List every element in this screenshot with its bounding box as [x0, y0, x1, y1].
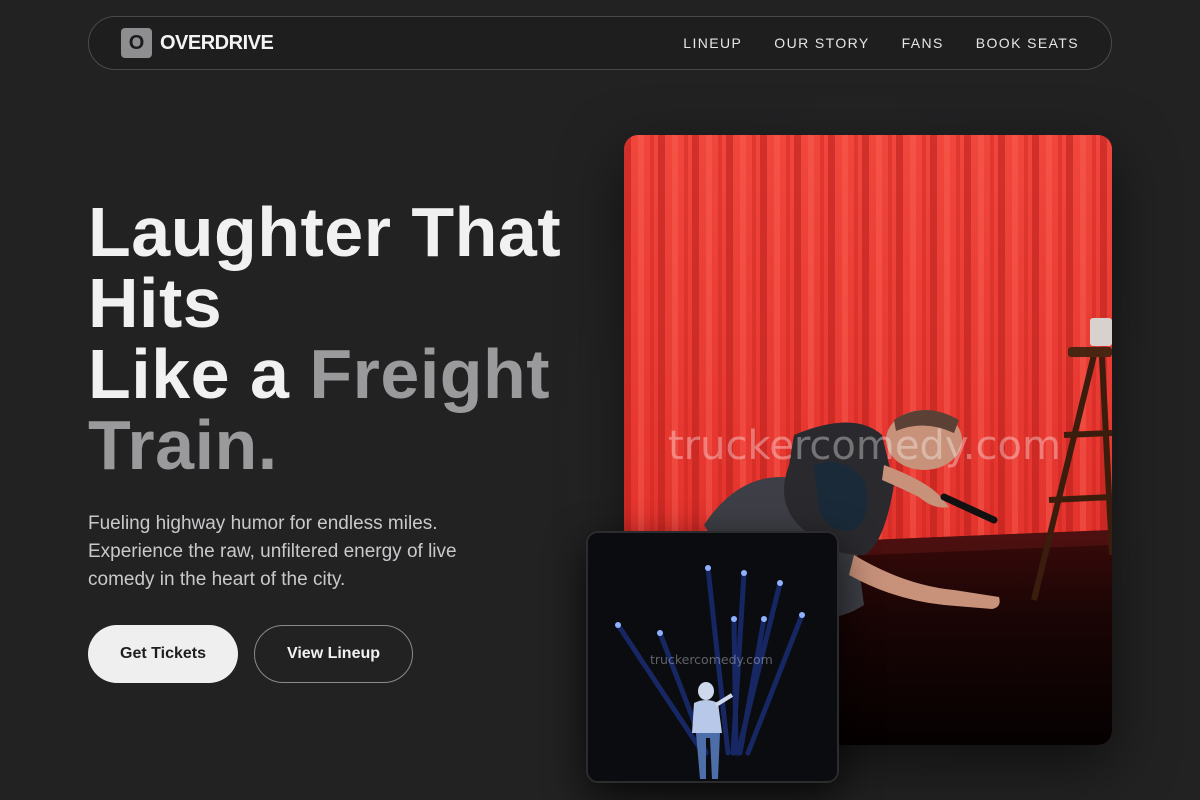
hero-title-accent: Freight [309, 335, 551, 413]
hero-title-line-1: Laughter That [88, 193, 562, 271]
comedian-spotlight-photo: truckercomedy.com [586, 531, 839, 783]
brand-name: OVERDRIVE [160, 31, 274, 54]
hero-title-line-2: Hits [88, 264, 223, 342]
hero-subtitle: Fueling highway humor for endless miles.… [88, 513, 457, 590]
navbar: O OVERDRIVE LINEUP OUR STORY FANS BOOK S… [88, 16, 1112, 70]
nav-link-our-story[interactable]: OUR STORY [774, 35, 869, 51]
nav-links: LINEUP OUR STORY FANS BOOK SEATS [683, 35, 1079, 51]
get-tickets-button[interactable]: Get Tickets [88, 625, 238, 683]
hero-title: Laughter That Hits Like a Freight Train. [88, 197, 608, 481]
view-lineup-button[interactable]: View Lineup [254, 625, 413, 683]
hero-title-line-4: Train. [88, 406, 278, 484]
nav-link-fans[interactable]: FANS [902, 35, 944, 51]
inset-photo-watermark: truckercomedy.com [650, 652, 773, 667]
nav-link-lineup[interactable]: LINEUP [683, 35, 742, 51]
brand-logo[interactable]: O OVERDRIVE [121, 28, 274, 58]
brand-mark-icon: O [121, 28, 152, 58]
nav-link-book-seats[interactable]: BOOK SEATS [976, 35, 1079, 51]
hero-title-line-3: Like a Freight [88, 339, 608, 410]
main-photo-watermark: truckercomedy.com [668, 423, 1061, 469]
hero-title-plain: Like a [88, 335, 310, 413]
